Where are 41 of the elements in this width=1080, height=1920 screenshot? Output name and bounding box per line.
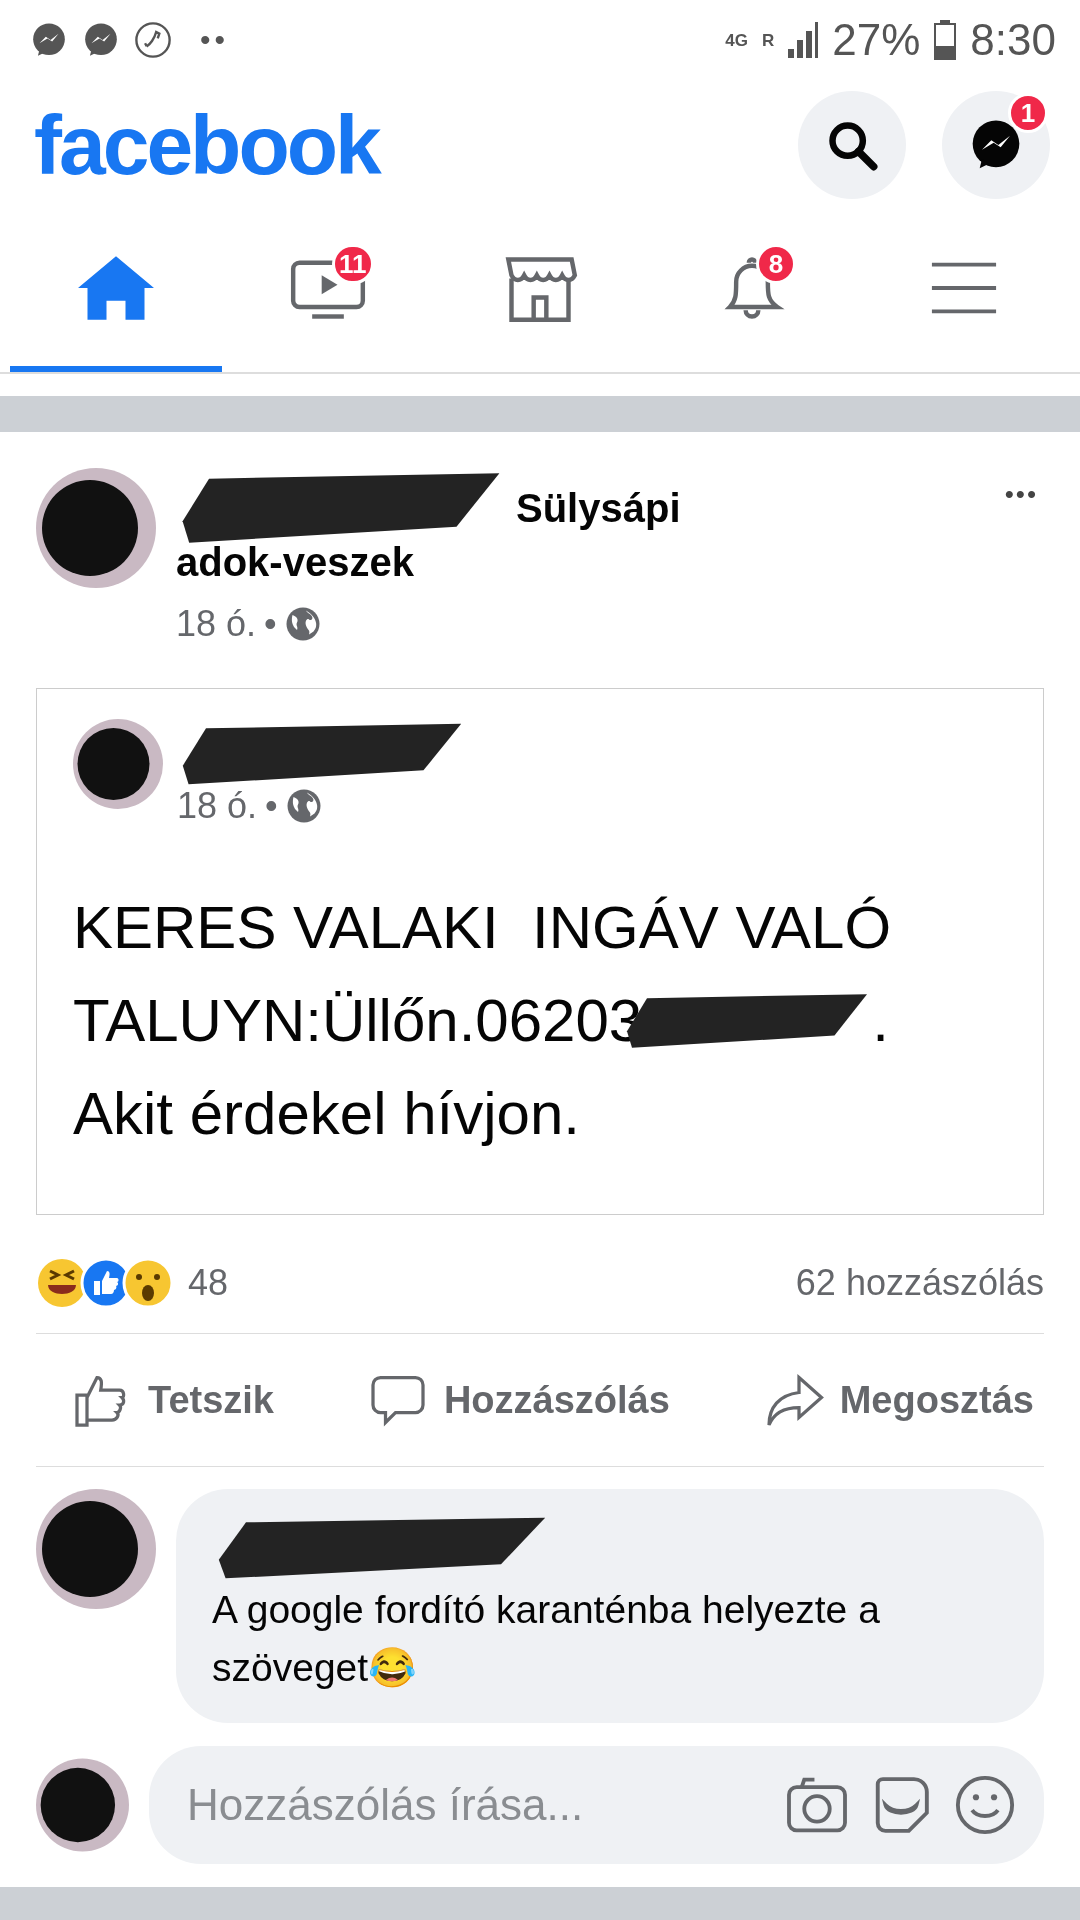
post-text-line: KERES VALAKI INGÁV VALÓ (73, 893, 892, 963)
comment-button[interactable]: Hozzászólás (367, 1370, 670, 1430)
roaming-indicator: R (762, 31, 775, 49)
globe-icon (284, 606, 321, 642)
notification-badge: 11 (332, 244, 374, 284)
comment-count[interactable]: 62 hozzászólás (795, 1262, 1044, 1304)
facebook-logo[interactable]: facebook (34, 96, 762, 194)
phone-icon (134, 21, 172, 59)
comment-text: A google fordító karanténba helyezte a szöveget😂 (212, 1587, 881, 1691)
separator-dot: • (264, 602, 277, 646)
like-button[interactable]: Tetszik (72, 1370, 274, 1430)
comment-input[interactable]: Hozzászólás írása... (185, 1779, 764, 1831)
post-text-line: TALUYN:Üllőn.06203 (73, 986, 643, 1056)
emoji-icon[interactable] (954, 1774, 1016, 1836)
share-button[interactable]: Megosztás (763, 1370, 1034, 1430)
notification-badge: 1 (1008, 93, 1048, 133)
group-name: Sülysápi (516, 485, 681, 532)
network-type: 4G (725, 31, 748, 49)
messenger-button[interactable]: 1 (942, 91, 1050, 199)
post-text-line: Akit érdekel hívjon. (73, 1079, 580, 1149)
more-options-button[interactable]: ••• (998, 478, 1044, 511)
messenger-icon (82, 21, 120, 59)
battery-icon (934, 20, 957, 60)
post-time: 18 ó. (177, 785, 258, 827)
notification-badge: 8 (756, 244, 796, 284)
clock: 8:30 (970, 15, 1056, 65)
search-icon (826, 119, 878, 171)
post-time: 18 ó. (176, 602, 257, 646)
camera-icon[interactable] (786, 1777, 848, 1833)
messenger-icon (30, 21, 68, 59)
globe-icon (285, 788, 322, 824)
more-notifications-icon: •• (200, 23, 229, 57)
reaction-count[interactable]: 48 (188, 1262, 229, 1304)
group-name-continued: adok-veszek (176, 539, 415, 586)
post-text-line: . (872, 986, 889, 1056)
signal-icon (788, 22, 819, 58)
comment-composer[interactable]: Hozzászólás írása... (149, 1746, 1044, 1864)
separator-dot: • (265, 785, 278, 827)
battery-percent: 27% (832, 15, 921, 65)
tab[interactable]: 8 (646, 210, 858, 372)
tab[interactable]: 11 (222, 210, 434, 372)
